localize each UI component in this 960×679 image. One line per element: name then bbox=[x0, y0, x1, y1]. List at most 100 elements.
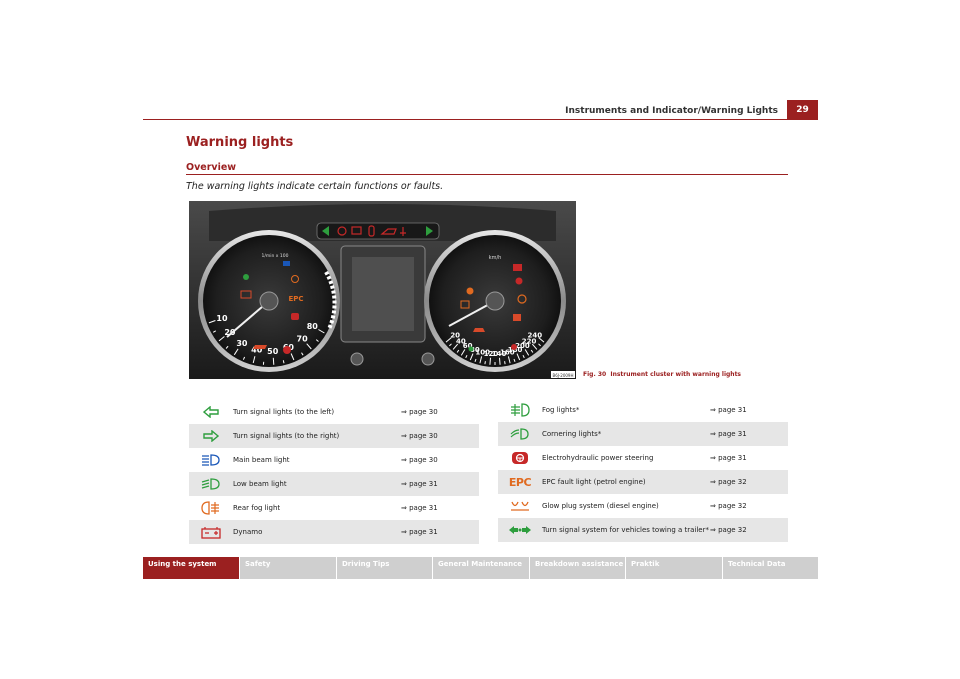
rev-counter-unit: 1/min x 100 bbox=[262, 253, 289, 259]
turn-right-arrow-icon bbox=[189, 424, 233, 448]
table-row: Turn signal lights (to the right) ⇒ page… bbox=[189, 424, 479, 448]
table-cell-label: Low beam light bbox=[233, 479, 287, 488]
fog-light-icon bbox=[498, 398, 542, 422]
speedometer-unit: km/h bbox=[489, 255, 502, 261]
page-ref-link[interactable]: ⇒ page 30 bbox=[401, 448, 479, 472]
table-row: Turn signal lights (to the left) ⇒ page … bbox=[189, 400, 479, 424]
warning-lamp-icon bbox=[283, 346, 291, 354]
page-ref-link[interactable]: ⇒ page 31 bbox=[401, 496, 479, 520]
table-row: EPC EPC fault light (petrol engine) ⇒ pa… bbox=[498, 470, 788, 494]
intro-text: The warning lights indicate certain func… bbox=[186, 181, 444, 192]
figure-caption-text: Instrument cluster with warning lights bbox=[610, 371, 742, 378]
battery-icon bbox=[189, 520, 233, 544]
rev-counter-tick-mark bbox=[282, 360, 285, 364]
main-beam-icon bbox=[189, 448, 233, 472]
table-cell-label: Main beam light bbox=[233, 455, 290, 464]
speedometer-tick-mark bbox=[489, 357, 491, 365]
speedometer-tick-mark bbox=[484, 361, 486, 365]
seatbelt-lamp-icon bbox=[515, 277, 523, 285]
speedometer-gauge: 20406080100120140160180200220240 km/h bbox=[424, 230, 566, 372]
table-cell-label: Turn signal lights (to the left) bbox=[233, 407, 335, 416]
rev-counter-hub bbox=[259, 291, 279, 311]
page-ref-link[interactable]: ⇒ page 31 bbox=[710, 422, 788, 446]
table-row: Main beam light ⇒ page 30 bbox=[189, 448, 479, 472]
table-row: Cornering lights* ⇒ page 31 bbox=[498, 422, 788, 446]
running-header: Instruments and Indicator/Warning Lights bbox=[565, 106, 778, 116]
epc-icon: EPC bbox=[498, 470, 542, 494]
page-ref-link[interactable]: ⇒ page 31 bbox=[401, 472, 479, 496]
speedometer-hub bbox=[485, 291, 505, 311]
airbag-lamp-icon bbox=[466, 287, 474, 295]
table-cell-label: EPC fault light (petrol engine) bbox=[542, 477, 646, 486]
trailer-turn-signal-icon bbox=[498, 518, 542, 542]
tab-breakdown-assistance[interactable]: Breakdown assistance bbox=[529, 557, 625, 579]
table-row: Fog lights* ⇒ page 31 bbox=[498, 398, 788, 422]
blue-lamp-icon bbox=[283, 261, 290, 266]
glow-plug-icon bbox=[498, 494, 542, 518]
cornering-light-icon bbox=[498, 422, 542, 446]
door-lamp-icon bbox=[513, 314, 521, 321]
page-ref-link[interactable]: ⇒ page 32 bbox=[710, 494, 788, 518]
table-row: Electrohydraulic power steering ⇒ page 3… bbox=[498, 446, 788, 470]
table-row: Dynamo ⇒ page 31 bbox=[189, 520, 479, 544]
table-cell-label: Fog lights* bbox=[542, 405, 580, 414]
page-ref-link[interactable]: ⇒ page 30 bbox=[401, 400, 479, 424]
tab-general-maintenance[interactable]: General Maintenance bbox=[432, 557, 529, 579]
table-row: Rear fog light ⇒ page 31 bbox=[189, 496, 479, 520]
tab-praktik[interactable]: Praktik bbox=[625, 557, 722, 579]
table-cell-label: Cornering lights* bbox=[542, 429, 602, 438]
page-ref-link[interactable]: ⇒ page 31 bbox=[401, 520, 479, 544]
page-ref-link[interactable]: ⇒ page 32 bbox=[710, 518, 788, 542]
top-indicator-strip bbox=[316, 222, 440, 240]
rev-counter-tick-label: 50 bbox=[267, 347, 279, 356]
footer-nav: Using the system Safety Driving Tips Gen… bbox=[143, 557, 818, 579]
engine-lamp-icon bbox=[253, 345, 267, 349]
page-ref-link[interactable]: ⇒ page 31 bbox=[710, 446, 788, 470]
car-lamp-icon bbox=[473, 328, 485, 332]
glow-lamp-icon bbox=[468, 346, 474, 352]
instrument-cluster-figure: 1020304050607080 1/min x 100 EPC 2040608… bbox=[189, 201, 576, 379]
warning-lights-table-left: Turn signal lights (to the left) ⇒ page … bbox=[189, 400, 479, 544]
table-row: Turn signal system for vehicles towing a… bbox=[498, 518, 788, 542]
turn-left-arrow-icon bbox=[189, 400, 233, 424]
table-row: Glow plug system (diesel engine) ⇒ page … bbox=[498, 494, 788, 518]
figure-code: B6J-2009H bbox=[553, 373, 574, 378]
main-beam-lamp-icon bbox=[243, 274, 249, 280]
figure-caption-label: Fig. 30 bbox=[583, 371, 607, 378]
trip-reset-button bbox=[350, 352, 364, 366]
table-cell-label: Electrohydraulic power steering bbox=[542, 453, 654, 462]
steering-wheel-icon bbox=[498, 446, 542, 470]
subsection-rule bbox=[186, 174, 788, 175]
page-ref-link[interactable]: ⇒ page 31 bbox=[710, 398, 788, 422]
table-cell-label: Rear fog light bbox=[233, 503, 281, 512]
center-display bbox=[352, 257, 414, 331]
rev-counter-gauge: 1020304050607080 1/min x 100 EPC bbox=[198, 230, 340, 372]
section-title: Warning lights bbox=[186, 135, 294, 150]
brake-lamp-icon bbox=[513, 264, 522, 271]
steering-lamp-icon bbox=[291, 313, 299, 320]
tab-safety[interactable]: Safety bbox=[239, 557, 336, 579]
rev-counter-tick-mark bbox=[272, 357, 275, 365]
header-rule bbox=[143, 119, 818, 120]
table-cell-label: Glow plug system (diesel engine) bbox=[542, 501, 659, 510]
tab-technical-data[interactable]: Technical Data bbox=[722, 557, 818, 579]
speedometer-tick-label: 240 bbox=[527, 331, 542, 339]
page-ref-link[interactable]: ⇒ page 30 bbox=[401, 424, 479, 448]
warning-lights-table-right: Fog lights* ⇒ page 31 Cornering lights* … bbox=[498, 398, 788, 542]
rev-counter-tick-label: 30 bbox=[236, 339, 248, 348]
rev-counter-tick-label: 80 bbox=[307, 322, 319, 331]
subsection-title: Overview bbox=[186, 162, 237, 173]
table-row: Low beam light ⇒ page 31 bbox=[189, 472, 479, 496]
clock-adjust-button bbox=[421, 352, 435, 366]
epc-icon-text: EPC bbox=[508, 475, 532, 489]
table-cell-label: Dynamo bbox=[233, 527, 263, 536]
tab-driving-tips[interactable]: Driving Tips bbox=[336, 557, 432, 579]
page-ref-link[interactable]: ⇒ page 32 bbox=[710, 470, 788, 494]
page-number: 29 bbox=[787, 100, 818, 120]
rev-counter-tick-label: 10 bbox=[216, 314, 228, 323]
person-lamp-icon bbox=[511, 344, 517, 350]
rear-fog-light-icon bbox=[189, 496, 233, 520]
figure-caption: Fig. 30 Instrument cluster with warning … bbox=[583, 371, 741, 378]
table-cell-label: Turn signal system for vehicles towing a… bbox=[542, 525, 709, 534]
tab-using-the-system[interactable]: Using the system bbox=[143, 557, 239, 579]
